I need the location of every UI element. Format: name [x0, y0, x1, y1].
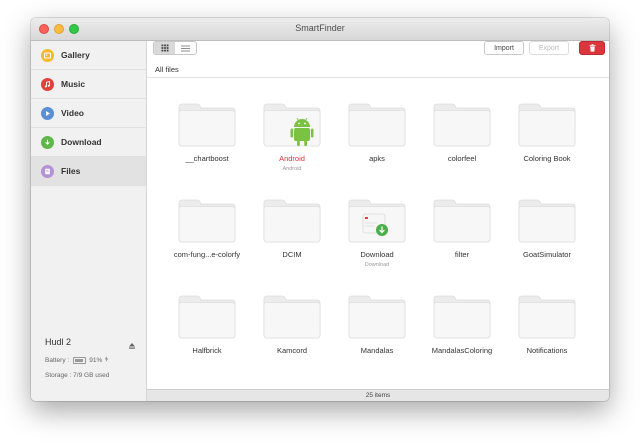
- import-button[interactable]: Import: [484, 41, 524, 55]
- list-view-button[interactable]: [175, 42, 196, 54]
- folder-item[interactable]: colorfeel: [422, 101, 502, 163]
- sidebar-item-download[interactable]: Download: [31, 128, 146, 157]
- folder-item[interactable]: Mandalas: [337, 293, 417, 355]
- download-icon: [41, 135, 54, 149]
- folder-name: MandalasColoring: [431, 346, 493, 355]
- folder-icon: [252, 293, 332, 339]
- export-button[interactable]: Export: [529, 41, 569, 55]
- folder-subtitle: Android: [282, 166, 302, 172]
- folder-item[interactable]: com-fung...e-colorfy: [167, 197, 247, 259]
- folder-name: filter: [454, 250, 470, 259]
- file-grid: __chartboost Android Android apks colorfeel C…: [147, 78, 609, 389]
- sidebar-item-label: Video: [61, 108, 84, 118]
- folder-name: DCIM: [282, 250, 302, 259]
- battery-level-fill: [75, 358, 84, 362]
- folder-item[interactable]: __chartboost: [167, 101, 247, 163]
- battery-value: 91%: [89, 356, 103, 364]
- folder-name: colorfeel: [447, 154, 477, 163]
- charging-icon: [104, 356, 109, 364]
- folder-name: __chartboost: [185, 154, 229, 163]
- device-name: Hudl 2: [45, 337, 72, 347]
- sidebar-item-label: Files: [61, 166, 81, 176]
- folder-name: apks: [369, 154, 385, 163]
- folder-icon: [167, 293, 247, 339]
- download-badge-icon: [362, 213, 388, 236]
- folder-icon: [507, 293, 587, 339]
- title-bar[interactable]: SmartFinder: [31, 18, 609, 41]
- sidebar-item-gallery[interactable]: Gallery: [31, 41, 146, 70]
- music-icon: [41, 77, 54, 91]
- folder-icon: [167, 197, 247, 243]
- breadcrumb: All files: [147, 61, 609, 78]
- folder-item[interactable]: Coloring Book: [507, 101, 587, 163]
- folder-icon: [252, 101, 332, 147]
- folder-icon: [422, 101, 502, 147]
- storage-status: Storage : 7/9 GB used: [45, 372, 110, 379]
- sidebar-item-video[interactable]: Video: [31, 99, 146, 128]
- folder-icon: [422, 197, 502, 243]
- status-bar: 25 items: [147, 389, 609, 401]
- folder-name: Android: [279, 154, 305, 163]
- folder-subtitle: Download: [364, 262, 390, 268]
- folder-item[interactable]: MandalasColoring: [422, 293, 502, 355]
- sidebar-item-label: Music: [61, 79, 86, 89]
- folder-item[interactable]: filter: [422, 197, 502, 259]
- folder-item[interactable]: DCIM: [252, 197, 332, 259]
- folder-icon: [337, 101, 417, 147]
- folder-name: Notifications: [526, 346, 568, 355]
- folder-icon: [337, 293, 417, 339]
- trash-icon: [589, 44, 595, 52]
- folder-item[interactable]: Kamcord: [252, 293, 332, 355]
- folder-icon: [422, 293, 502, 339]
- folder-item[interactable]: apks: [337, 101, 417, 163]
- folder-name: com-fung...e-colorfy: [173, 250, 241, 259]
- sidebar-item-music[interactable]: Music: [31, 70, 146, 99]
- folder-icon: [507, 197, 587, 243]
- battery-icon: [73, 356, 87, 364]
- folder-icon: [507, 101, 587, 147]
- gallery-icon: [41, 48, 54, 62]
- sidebar-item-files[interactable]: Files: [31, 157, 146, 186]
- delete-button[interactable]: [579, 41, 605, 55]
- folder-name: Halfbrick: [192, 346, 222, 355]
- grid-icon: [161, 44, 168, 52]
- folder-name: Download: [360, 250, 394, 259]
- window-title: SmartFinder: [295, 23, 345, 33]
- device-panel: Hudl 2 Battery : 91% Storage : 7/9 GB us…: [45, 337, 138, 387]
- grid-view-button[interactable]: [154, 42, 175, 54]
- folder-name: Mandalas: [360, 346, 394, 355]
- folder-item[interactable]: GoatSimulator: [507, 197, 587, 259]
- folder-icon: [337, 197, 417, 243]
- list-icon: [181, 45, 190, 51]
- sidebar-item-label: Download: [61, 137, 102, 147]
- app-window: SmartFinder Gallery Music Video Download: [31, 18, 609, 401]
- folder-item[interactable]: Halfbrick: [167, 293, 247, 355]
- toolbar: Import Export: [147, 41, 609, 61]
- folder-item[interactable]: Android Android: [252, 101, 332, 172]
- folder-name: GoatSimulator: [523, 250, 571, 259]
- video-icon: [41, 106, 54, 120]
- folder-item[interactable]: Notifications: [507, 293, 587, 355]
- battery-label: Battery :: [45, 356, 70, 364]
- folder-name: Coloring Book: [523, 154, 571, 163]
- eject-icon[interactable]: [128, 337, 136, 355]
- sidebar-item-label: Gallery: [61, 50, 90, 60]
- folder-icon: [252, 197, 332, 243]
- folder-item[interactable]: Download Download: [337, 197, 417, 268]
- folder-name: Kamcord: [276, 346, 307, 355]
- folder-icon: [167, 101, 247, 147]
- view-mode-toggle: [153, 41, 197, 55]
- sidebar: Gallery Music Video Download Files Hudl …: [31, 41, 147, 401]
- battery-status: Battery : 91%: [45, 356, 138, 364]
- files-icon: [41, 164, 54, 178]
